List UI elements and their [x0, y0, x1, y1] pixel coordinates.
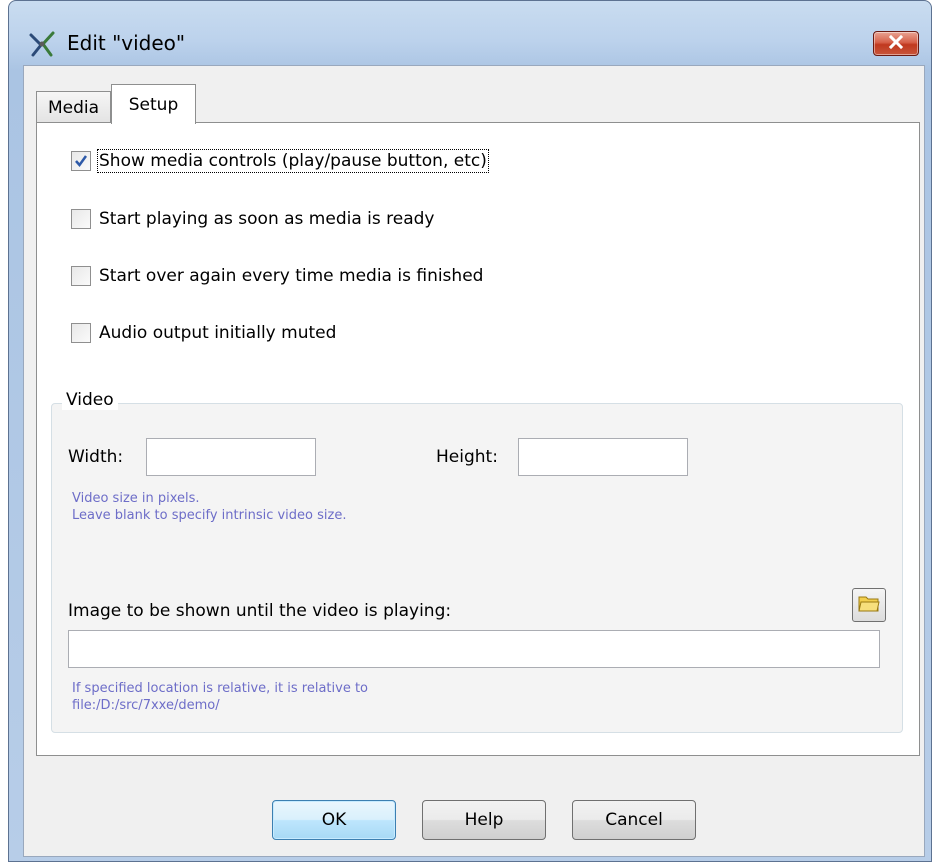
size-hint-line-1: Video size in pixels. [72, 491, 200, 506]
close-icon [888, 34, 904, 53]
browse-image-button[interactable] [852, 588, 886, 622]
muted-checkbox[interactable] [71, 323, 91, 343]
cancel-button-label: Cancel [605, 810, 663, 830]
size-hint-line-2: Leave blank to specify intrinsic video s… [72, 508, 347, 523]
tab-media-label: Media [47, 97, 100, 118]
edit-dialog: Edit "video" Media Setup Show media cont… [8, 0, 932, 862]
setup-tab-panel: Show media controls (play/pause button, … [36, 122, 920, 756]
title-bar[interactable]: Edit "video" [9, 1, 931, 65]
loop-checkbox[interactable] [71, 266, 91, 286]
option-show-media-controls[interactable]: Show media controls (play/pause button, … [71, 147, 489, 175]
poster-image-label: Image to be shown until the video is pla… [68, 601, 452, 621]
height-input[interactable] [518, 438, 688, 476]
option-autoplay[interactable]: Start playing as soon as media is ready [71, 205, 435, 233]
autoplay-label: Start playing as soon as media is ready [99, 209, 435, 229]
cancel-button[interactable]: Cancel [572, 800, 696, 840]
video-groupbox: Video Width: Height: Video size in pixel… [51, 390, 903, 733]
width-input[interactable] [146, 438, 316, 476]
window-title: Edit "video" [67, 31, 186, 55]
dialog-body: Media Setup Show media controls (play/pa… [23, 65, 925, 857]
folder-icon [858, 593, 880, 617]
autoplay-checkbox[interactable] [71, 209, 91, 229]
close-button[interactable] [873, 31, 919, 56]
location-hint-line-2: file:/D:/src/7xxe/demo/ [72, 698, 220, 713]
help-button[interactable]: Help [422, 800, 546, 840]
edit-tools-icon [27, 29, 57, 59]
tab-setup[interactable]: Setup [111, 84, 196, 124]
height-label: Height: [436, 447, 498, 467]
ok-button[interactable]: OK [272, 800, 396, 840]
muted-label: Audio output initially muted [99, 323, 337, 343]
loop-label: Start over again every time media is fin… [99, 266, 484, 286]
width-label: Width: [68, 447, 124, 467]
checkmark-icon [75, 155, 88, 168]
poster-image-input[interactable] [68, 630, 880, 668]
video-group-title: Video [62, 390, 118, 410]
show-controls-checkbox[interactable] [71, 151, 91, 171]
show-controls-label: Show media controls (play/pause button, … [97, 149, 489, 173]
option-loop[interactable]: Start over again every time media is fin… [71, 262, 483, 290]
tab-media[interactable]: Media [36, 91, 111, 123]
ok-button-label: OK [321, 810, 347, 830]
location-hint-line-1: If specified location is relative, it is… [72, 681, 369, 696]
option-muted[interactable]: Audio output initially muted [71, 319, 336, 347]
help-button-label: Help [464, 810, 504, 830]
tab-setup-label: Setup [128, 94, 179, 115]
